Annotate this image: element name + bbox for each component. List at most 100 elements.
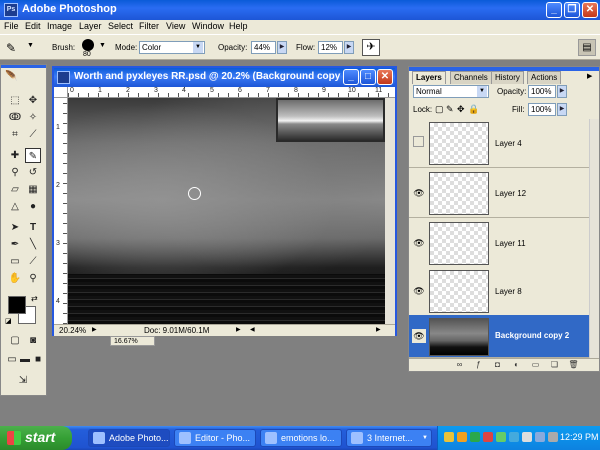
update-tray-icon[interactable] (496, 432, 506, 442)
clone-stamp-tool-icon[interactable]: ⚲ (7, 165, 23, 180)
taskbar-item-emotions[interactable]: emotions lo... (260, 429, 342, 447)
document-title-bar[interactable]: Worth and pyxleyes RR.psd @ 20.2% (Backg… (54, 68, 395, 87)
healing-brush-tool-icon[interactable]: ✚ (7, 148, 23, 163)
line-tool-icon[interactable]: ╲ (25, 237, 41, 252)
foreground-color-swatch-top[interactable] (8, 296, 26, 314)
menu-filter[interactable]: Filter (139, 21, 159, 31)
layer-mask-icon[interactable]: ◘ (492, 360, 503, 370)
layer-opacity-field[interactable]: 100% (528, 85, 556, 98)
trash-icon[interactable]: 🗑 (568, 360, 579, 370)
layer-row[interactable]: Layer 4 (409, 119, 599, 168)
taskbar-item-editor[interactable]: Editor - Pho... (174, 429, 256, 447)
standard-mode-icon[interactable]: ▢ (7, 333, 23, 348)
zoom-level[interactable]: 20.24% (59, 326, 86, 335)
document-vertical-scrollbar[interactable] (385, 98, 395, 324)
airbrush-icon[interactable]: ✈ (362, 39, 380, 56)
taskbar-clock[interactable]: 12:29 PM (560, 432, 599, 442)
lock-position-icon[interactable]: ✥ (457, 104, 465, 115)
menu-image[interactable]: Image (47, 21, 72, 31)
eye-icon[interactable]: 👁 (412, 186, 426, 200)
path-selection-tool-icon[interactable]: ➤ (7, 220, 23, 235)
lock-image-icon[interactable]: ✎ (446, 104, 454, 115)
layer-row[interactable]: 👁 Layer 12 (409, 169, 599, 218)
fill-arrow-icon[interactable]: ▶ (557, 103, 567, 116)
new-group-icon[interactable]: ▭ (530, 360, 541, 370)
fill-field[interactable]: 100% (528, 103, 556, 116)
menu-help[interactable]: Help (229, 21, 248, 31)
taskbar-item-photoshop[interactable]: Adobe Photo... (88, 429, 170, 447)
usb-tray-icon[interactable] (548, 432, 558, 442)
opacity-slider-arrow-icon[interactable]: ▶ (277, 41, 287, 54)
minimize-button[interactable]: _ (546, 2, 562, 18)
mode-select[interactable]: Color ▼ (139, 41, 205, 54)
doc-minimize-button[interactable]: _ (343, 69, 359, 85)
visibility-toggle-off[interactable] (413, 136, 424, 147)
type-tool-icon[interactable]: T (25, 220, 41, 235)
tool-preset-arrow-icon[interactable]: ▼ (27, 42, 34, 49)
brush-preview-icon[interactable] (82, 39, 94, 51)
lock-transparency-icon[interactable]: ▢ (435, 104, 444, 115)
folder-tray-icon[interactable] (444, 432, 454, 442)
tab-layers[interactable]: Layers (412, 71, 446, 84)
horizontal-ruler[interactable]: 0 1 2 3 4 5 6 7 8 9 10 11 (68, 87, 395, 98)
eye-icon[interactable]: 👁 (412, 284, 426, 298)
taskbar-item-internet[interactable]: 3 Internet... ▼ (346, 429, 432, 447)
brush-tool-icon[interactable]: ✎ (6, 41, 16, 55)
vertical-ruler[interactable]: 1 2 3 4 (54, 98, 68, 324)
palette-well-icon[interactable]: ▤ (578, 39, 596, 56)
link-layers-icon[interactable]: ∞ (454, 360, 465, 370)
lock-all-icon[interactable]: 🔒 (468, 104, 479, 115)
tab-channels[interactable]: Channels (450, 71, 492, 84)
blend-mode-select[interactable]: Normal ▼ (413, 85, 489, 98)
display-tray-icon[interactable] (535, 432, 545, 442)
opacity-field[interactable]: 44% (251, 41, 276, 54)
quick-mask-mode-icon[interactable]: ◙ (25, 333, 41, 348)
menu-window[interactable]: Window (192, 21, 224, 31)
magic-wand-tool-icon[interactable]: ✧ (25, 110, 41, 125)
history-brush-tool-icon[interactable]: ↺ (25, 165, 41, 180)
swap-colors-icon[interactable]: ⇄ (31, 294, 38, 303)
slice-tool-icon[interactable]: ⟋ (25, 127, 41, 142)
chat-tray-icon[interactable] (509, 432, 519, 442)
status-menu-arrow-icon[interactable]: ▶ (92, 326, 97, 333)
adobe-feather-icon[interactable]: 🪶 (5, 71, 43, 85)
default-colors-icon[interactable]: ◪ (5, 317, 12, 325)
restore-button[interactable]: ❐ (564, 2, 580, 18)
menu-view[interactable]: View (166, 21, 185, 31)
eyedropper-tool-icon[interactable]: ⟋ (25, 254, 41, 269)
security-tray-icon[interactable] (483, 432, 493, 442)
start-button[interactable]: start (0, 426, 72, 450)
image-canvas[interactable] (68, 98, 385, 324)
volume-tray-icon[interactable] (522, 432, 532, 442)
background-document-zoom[interactable]: 16.67% (110, 336, 155, 346)
eraser-tool-icon[interactable]: ▱ (7, 182, 23, 197)
network-tray-icon[interactable] (470, 432, 480, 442)
gradient-tool-icon[interactable]: ▦ (25, 182, 41, 197)
tab-actions[interactable]: Actions (527, 71, 562, 84)
adjustment-layer-icon[interactable]: ◐ (511, 360, 522, 370)
menu-layer[interactable]: Layer (79, 21, 102, 31)
pen-tool-icon[interactable]: ✒ (7, 237, 23, 252)
panel-menu-arrow-icon[interactable]: ▶ (587, 72, 592, 80)
new-layer-icon[interactable]: ❏ (549, 360, 560, 370)
tools-panel-grip[interactable] (1, 65, 46, 68)
zoom-tool-icon[interactable]: ⚲ (25, 271, 41, 286)
menu-file[interactable]: File (4, 21, 19, 31)
menu-edit[interactable]: Edit (25, 21, 41, 31)
doc-close-button[interactable]: ✕ (377, 69, 393, 85)
menu-select[interactable]: Select (108, 21, 133, 31)
notes-tool-icon[interactable]: ▭ (7, 254, 23, 269)
layer-row[interactable]: 👁 Layer 8 (409, 267, 599, 316)
layer-opacity-arrow-icon[interactable]: ▶ (557, 85, 567, 98)
brush-picker-arrow-icon[interactable]: ▼ (99, 42, 106, 49)
eye-icon[interactable]: 👁 (412, 236, 426, 250)
flow-slider-arrow-icon[interactable]: ▶ (344, 41, 354, 54)
lasso-tool-icon[interactable]: ↂ (7, 110, 23, 125)
move-tool-icon[interactable]: ✥ (25, 93, 41, 108)
brush-tool-selected-icon[interactable]: ✎ (25, 148, 41, 163)
messenger-tray-icon[interactable] (457, 432, 467, 442)
scroll-right-arrow-icon[interactable]: ▶ (376, 326, 381, 333)
screen-mode-full-icon[interactable]: ■ (30, 352, 46, 367)
layer-row-selected[interactable]: 👁 Background copy 2 (409, 315, 599, 358)
status-info-arrow-icon[interactable]: ▶ (236, 326, 241, 333)
